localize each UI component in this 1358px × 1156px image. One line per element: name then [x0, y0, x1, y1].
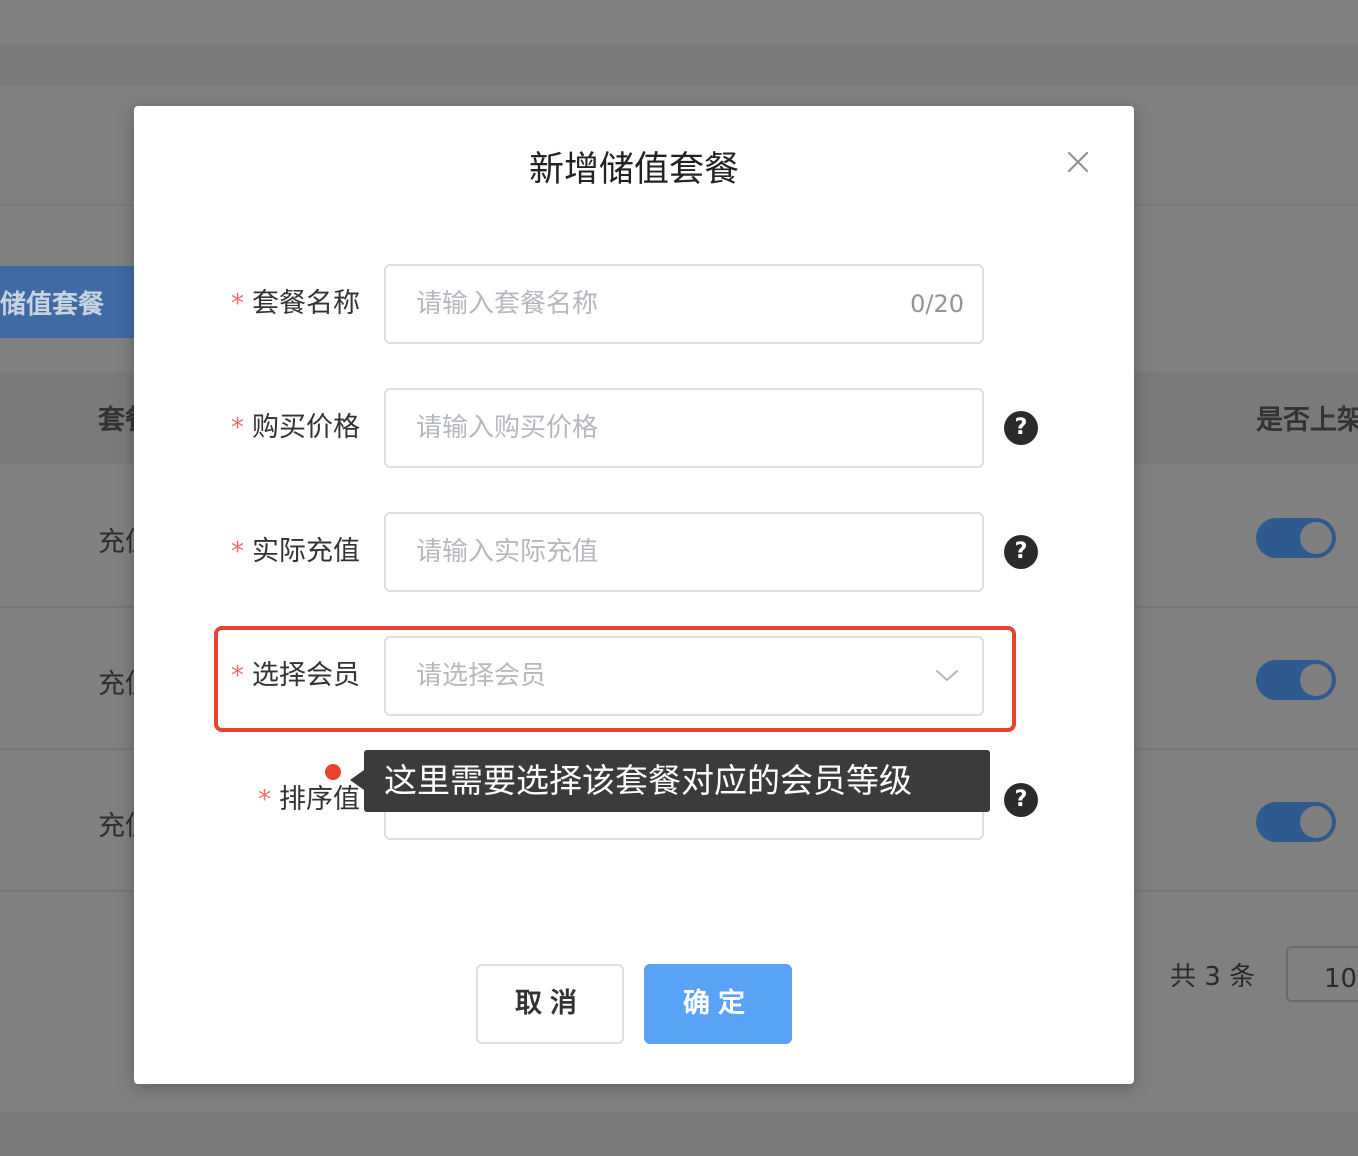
add-package-dialog: 新增储值套餐 * 套餐名称 0/20 * 购买价格 ? * 实际充值 ?	[134, 106, 1134, 1084]
recharge-input[interactable]	[416, 514, 896, 590]
page-size-select[interactable]: 10条	[1286, 946, 1358, 1002]
recharge-label: * 实际充值	[231, 512, 360, 592]
form-item-price: * 购买价格 ?	[134, 388, 1134, 468]
page-size-value: 10条	[1324, 964, 1358, 994]
package-name-label-text: 套餐名称	[252, 288, 360, 319]
breadcrumb-bar	[0, 44, 1358, 86]
sort-label: * 排序值	[258, 760, 360, 840]
add-package-button[interactable]: 储值套餐	[0, 266, 135, 338]
column-header-status: 是否上架	[1256, 405, 1358, 436]
tooltip-arrow	[350, 770, 364, 790]
required-mark: *	[231, 413, 244, 443]
required-mark: *	[231, 537, 244, 567]
status-toggle[interactable]	[1256, 802, 1336, 842]
recharge-label-text: 实际充值	[252, 536, 360, 567]
required-mark: *	[231, 289, 244, 319]
package-name-label: * 套餐名称	[231, 264, 360, 344]
recharge-field[interactable]	[384, 512, 984, 592]
confirm-button[interactable]: 确定	[644, 964, 792, 1044]
question-icon[interactable]: ?	[1004, 783, 1038, 817]
sort-label-text: 排序值	[279, 784, 360, 815]
footer-bar	[0, 1112, 1358, 1156]
status-toggle[interactable]	[1256, 660, 1336, 700]
char-counter: 0/20	[910, 290, 964, 318]
close-button[interactable]	[1062, 146, 1094, 178]
close-icon	[1067, 151, 1089, 173]
pager-total: 共 3 条	[1170, 962, 1256, 992]
price-label-text: 购买价格	[252, 412, 360, 443]
cancel-button[interactable]: 取消	[476, 964, 624, 1044]
status-toggle[interactable]	[1256, 518, 1336, 558]
price-label: * 购买价格	[231, 388, 360, 468]
guide-tooltip: 这里需要选择该套餐对应的会员等级	[364, 750, 990, 812]
toggle-knob	[1300, 522, 1332, 554]
toggle-knob	[1300, 664, 1332, 696]
package-name-field[interactable]: 0/20	[384, 264, 984, 344]
add-package-label: 储值套餐	[0, 289, 105, 320]
dialog-title: 新增储值套餐	[528, 150, 739, 190]
question-icon[interactable]: ?	[1004, 535, 1038, 569]
form-item-package-name: * 套餐名称 0/20	[134, 264, 1134, 344]
package-name-input[interactable]	[416, 266, 896, 342]
tooltip-dot	[325, 764, 341, 780]
price-input[interactable]	[416, 390, 896, 466]
toggle-knob	[1300, 806, 1332, 838]
form-item-recharge: * 实际充值 ?	[134, 512, 1134, 592]
price-field[interactable]	[384, 388, 984, 468]
required-mark: *	[258, 785, 271, 815]
highlight-box	[214, 626, 1016, 732]
question-icon[interactable]: ?	[1004, 411, 1038, 445]
top-bar	[0, 0, 1358, 44]
